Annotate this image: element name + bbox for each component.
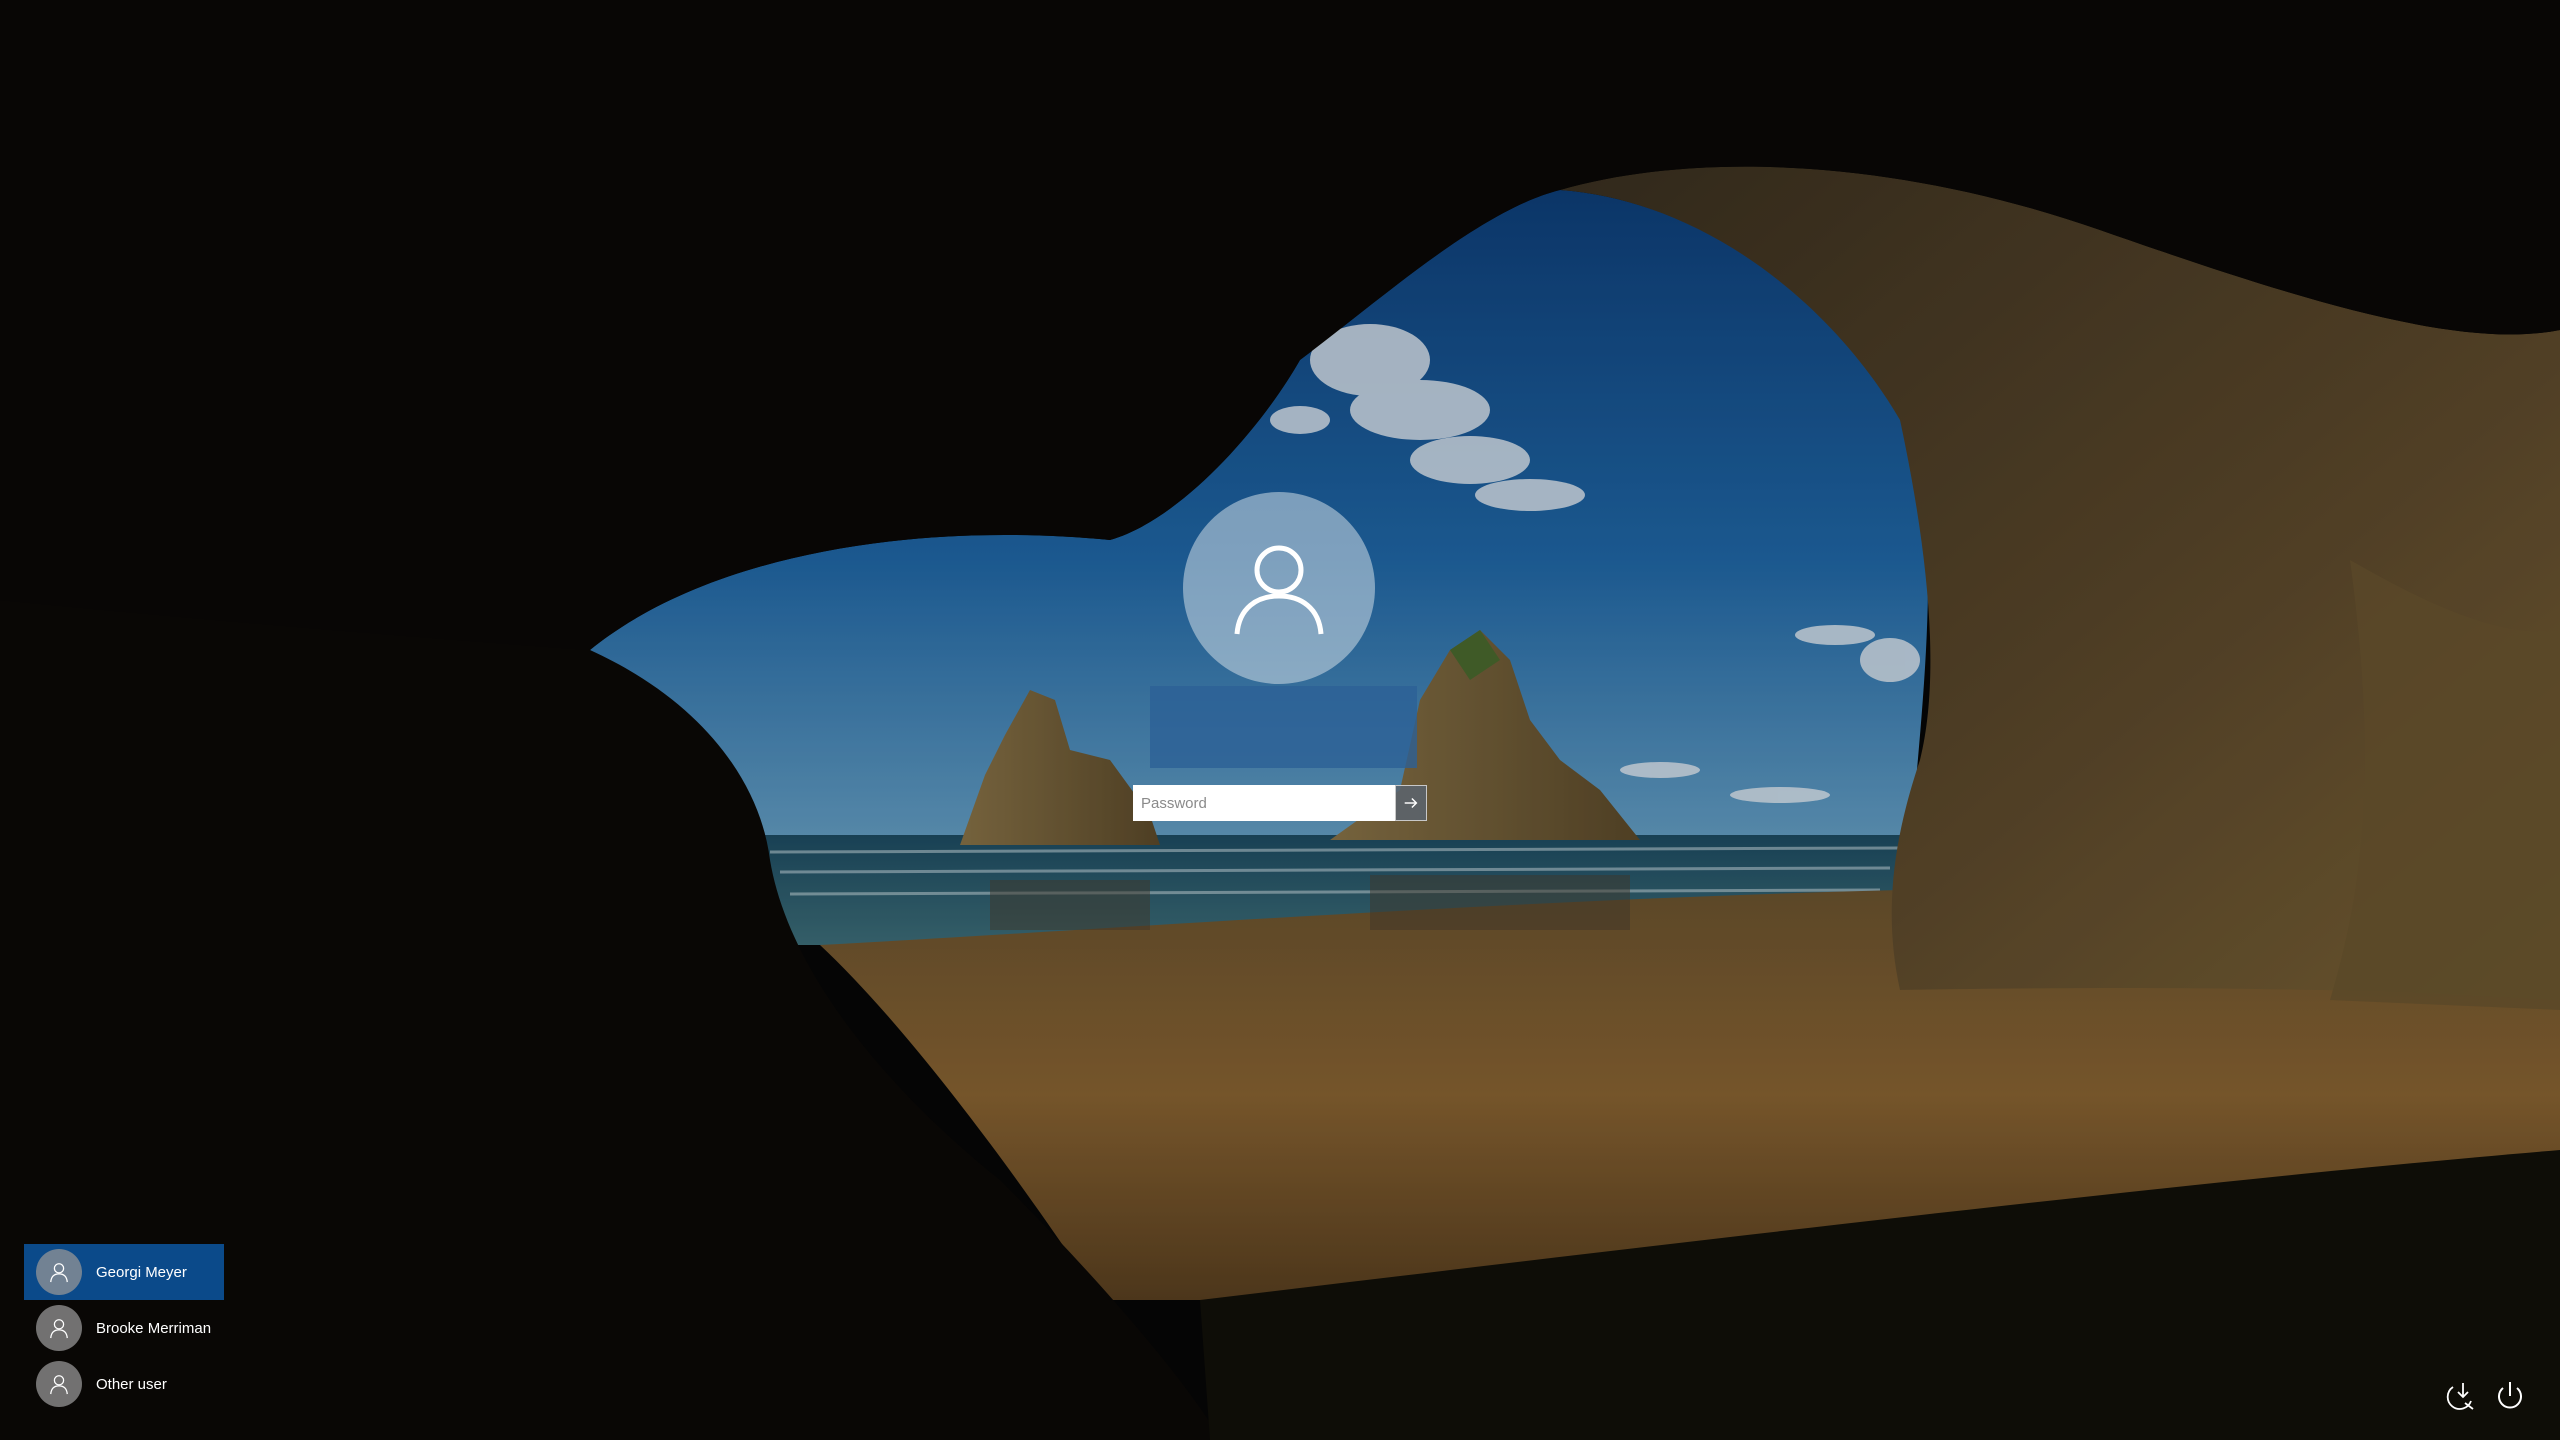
submit-button[interactable] xyxy=(1395,785,1427,821)
ease-of-access-button[interactable] xyxy=(2438,1374,2482,1418)
user-icon xyxy=(50,1375,68,1395)
avatar xyxy=(36,1305,82,1351)
user-switcher-list: Georgi Meyer Brooke Merriman Other user xyxy=(24,1244,224,1412)
user-icon xyxy=(1234,545,1324,635)
user-icon xyxy=(50,1263,68,1283)
user-avatar xyxy=(1183,492,1375,684)
user-icon xyxy=(50,1319,68,1339)
password-row xyxy=(1133,785,1427,821)
lock-screen: Georgi Meyer Brooke Merriman Other user xyxy=(0,0,2560,1440)
user-item-georgi-meyer[interactable]: Georgi Meyer xyxy=(24,1244,224,1300)
user-name-label: Brooke Merriman xyxy=(96,1319,212,1337)
avatar xyxy=(36,1249,82,1295)
avatar xyxy=(36,1361,82,1407)
user-name-label: Georgi Meyer xyxy=(96,1263,187,1281)
power-icon xyxy=(2498,1382,2522,1409)
username-display xyxy=(1150,686,1417,768)
arrow-right-icon xyxy=(1404,797,1418,809)
user-item-other-user[interactable]: Other user xyxy=(24,1356,224,1412)
password-input[interactable] xyxy=(1133,785,1395,821)
ease-of-access-icon xyxy=(2446,1383,2474,1410)
user-item-brooke-merriman[interactable]: Brooke Merriman xyxy=(24,1300,224,1356)
user-name-label: Other user xyxy=(96,1375,167,1393)
power-button[interactable] xyxy=(2488,1374,2532,1418)
